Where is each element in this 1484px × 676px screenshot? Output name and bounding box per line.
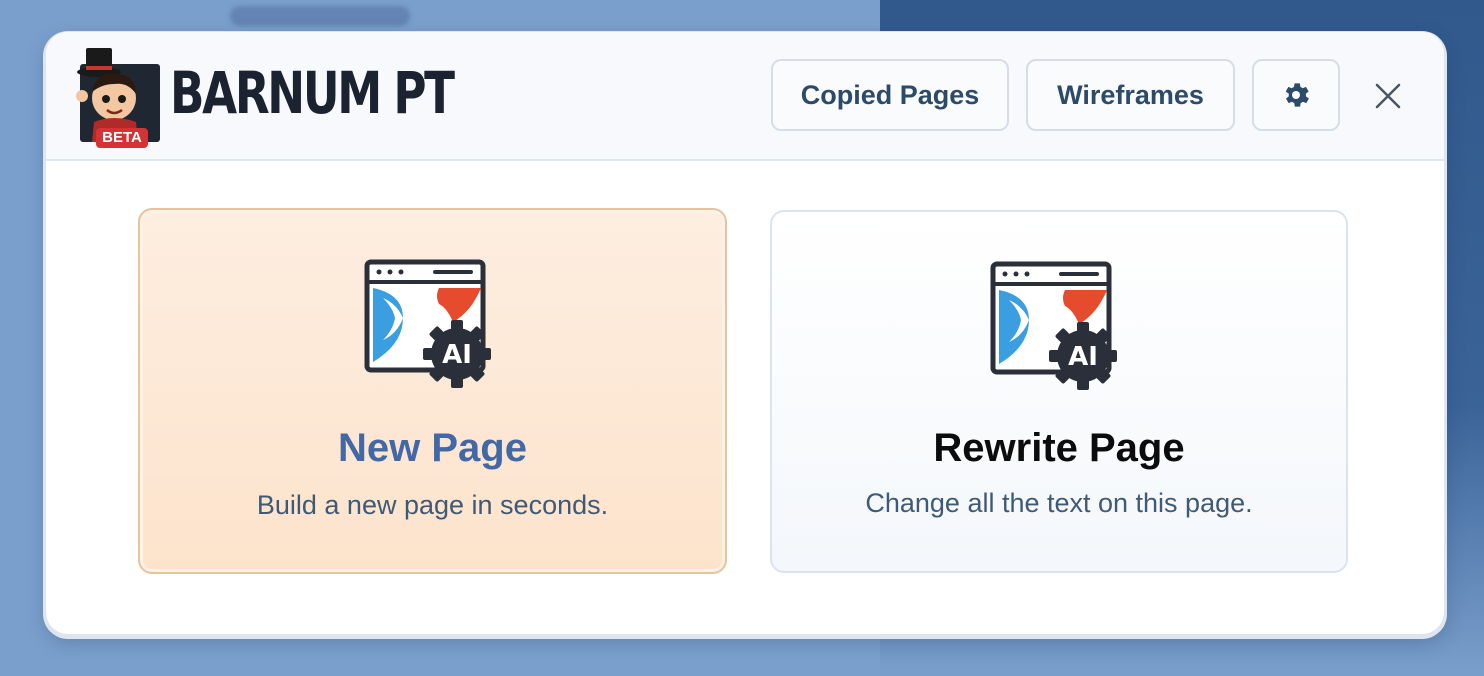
svg-text:AI: AI	[442, 340, 472, 370]
ai-page-icon: AI	[364, 259, 491, 388]
barnum-modal: BETA BARNUM PT Copied Pages Wireframes A…	[46, 32, 1444, 634]
settings-button[interactable]	[1252, 59, 1340, 131]
modal-header: BETA BARNUM PT Copied Pages Wireframes	[46, 32, 1444, 161]
wireframes-button[interactable]: Wireframes	[1026, 59, 1235, 131]
ai-page-icon: AI	[990, 261, 1117, 390]
brand-title: BARNUM PT	[170, 59, 455, 127]
svg-text:AI: AI	[1068, 342, 1098, 372]
card-subtitle: Build a new page in seconds.	[256, 490, 609, 520]
background-blur	[230, 6, 410, 26]
new-page-card[interactable]: AI New Page Build a new page in seconds.	[138, 208, 727, 574]
card-subtitle: Change all the text on this page.	[865, 488, 1253, 518]
close-icon[interactable]	[1368, 76, 1408, 116]
beta-badge: BETA	[102, 129, 142, 146]
card-title: Rewrite Page	[933, 426, 1185, 470]
rewrite-page-card[interactable]: AI Rewrite Page Change all the text on t…	[770, 210, 1348, 573]
card-title: New Page	[338, 426, 527, 470]
copied-pages-button[interactable]: Copied Pages	[771, 59, 1009, 131]
gear-icon	[1285, 83, 1309, 107]
